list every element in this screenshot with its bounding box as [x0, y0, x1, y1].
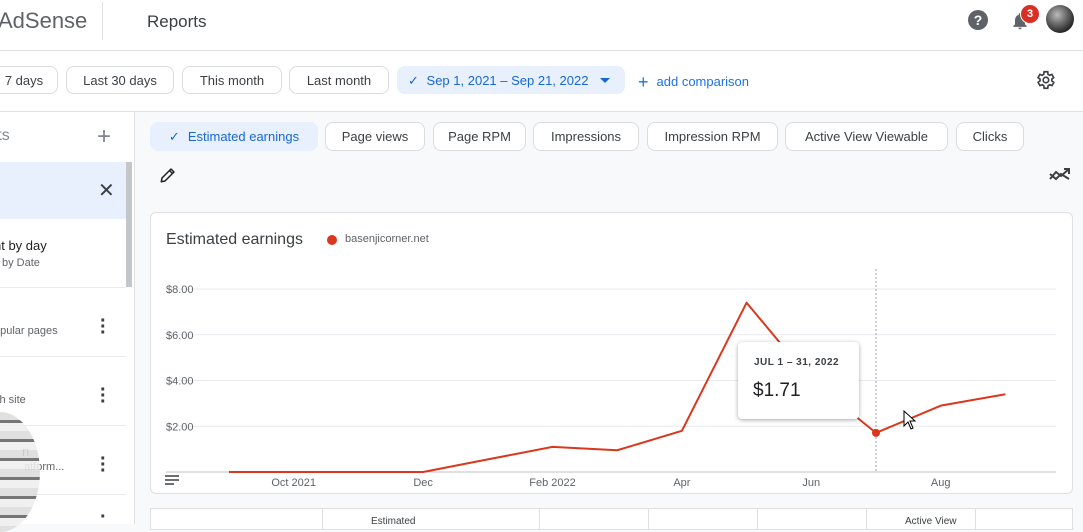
- preset-this-month[interactable]: This month: [182, 66, 282, 94]
- trend-comparison-icon[interactable]: [1048, 165, 1072, 183]
- sidebar-scrollbar[interactable]: [126, 162, 132, 287]
- legend-toggle-icon[interactable]: [165, 475, 179, 487]
- y-tick-label: $4.00: [166, 376, 194, 388]
- add-comparison-button[interactable]: + add comparison: [638, 72, 749, 93]
- x-tick-label: Dec: [413, 477, 433, 489]
- more-options-icon[interactable]: ···: [100, 318, 108, 336]
- chart-tooltip: JUL 1 – 31, 2022 $1.71: [738, 342, 859, 419]
- more-options-icon[interactable]: ·: [100, 514, 108, 520]
- table-header-estimated: Estimated: [371, 516, 415, 527]
- x-tick-label: Jun: [802, 477, 820, 489]
- add-report-icon[interactable]: +: [97, 123, 111, 151]
- x-tick-label: Oct 2021: [271, 477, 316, 489]
- check-icon: ✓: [408, 73, 419, 88]
- metric-estimated-earnings[interactable]: ✓ Estimated earnings: [150, 122, 318, 151]
- plus-icon: +: [638, 72, 649, 92]
- x-tick-label: Apr: [673, 477, 690, 489]
- table-header-cell[interactable]: Active View: [866, 509, 975, 529]
- metric-page-rpm[interactable]: Page RPM: [433, 122, 526, 151]
- adsense-logo[interactable]: AdSense: [0, 8, 87, 34]
- sidebar-item-subtitle: by Date: [2, 257, 40, 269]
- tooltip-value: $1.71: [753, 380, 801, 402]
- close-icon[interactable]: ✕: [98, 178, 115, 203]
- edit-pencil-icon[interactable]: [159, 166, 177, 184]
- date-range-bar: 7 days Last 30 days This month Last mont…: [0, 51, 1083, 112]
- check-icon: ✓: [169, 129, 180, 144]
- metric-label: Estimated earnings: [188, 129, 299, 144]
- earnings-line-chart[interactable]: $2.00 $4.00 $6.00 $8.00 Oct 2021 Dec Feb 2022 A…: [151, 213, 1072, 493]
- tooltip-date: JUL 1 – 31, 2022: [754, 357, 839, 368]
- metric-impressions[interactable]: Impressions: [533, 122, 639, 151]
- y-tick-label: $8.00: [166, 284, 194, 296]
- more-options-icon[interactable]: ···: [100, 456, 108, 474]
- metric-active-view-viewable[interactable]: Active View Viewable: [785, 122, 948, 151]
- table-header-cell[interactable]: [757, 509, 866, 529]
- sidebar-item-by-day[interactable]: nt by day by Date: [0, 220, 126, 288]
- preset-last-month[interactable]: Last month: [289, 66, 389, 94]
- more-options-icon[interactable]: ···: [100, 387, 108, 405]
- table-header-cell[interactable]: Estimated: [322, 509, 539, 529]
- preset-7-days[interactable]: 7 days: [0, 66, 58, 94]
- table-header-cell[interactable]: [648, 509, 757, 529]
- y-tick-label: $2.00: [166, 421, 194, 433]
- metric-clicks[interactable]: Clicks: [956, 122, 1024, 151]
- sidebar-item-subtitle: opular pages: [0, 325, 58, 337]
- sidebar-header: rts: [0, 127, 10, 145]
- table-header-cell[interactable]: [539, 509, 648, 529]
- date-range-selector[interactable]: ✓ Sep 1, 2021 – Sep 21, 2022: [397, 66, 625, 94]
- metric-impression-rpm[interactable]: Impression RPM: [647, 122, 778, 151]
- series-line: [229, 303, 1005, 472]
- sidebar-selected-report[interactable]: ✕: [0, 162, 126, 219]
- metric-page-views[interactable]: Page views: [325, 122, 425, 151]
- table-header-cell[interactable]: [975, 509, 1072, 529]
- reports-sidebar: rts + ✕ nt by day by Date opular pages ·…: [0, 112, 135, 524]
- sidebar-item-popular-pages[interactable]: opular pages ···: [0, 288, 126, 357]
- avatar[interactable]: [1046, 5, 1074, 33]
- mouse-cursor-icon: [903, 410, 917, 430]
- sidebar-item-subtitle: ch site: [0, 394, 26, 406]
- help-icon[interactable]: ?: [968, 10, 988, 30]
- sidebar-item-title: nt by day: [0, 238, 47, 253]
- date-range-label: Sep 1, 2021 – Sep 21, 2022: [427, 73, 589, 88]
- preset-last-30-days[interactable]: Last 30 days: [66, 66, 174, 94]
- report-table-header: Estimated Active View: [150, 508, 1073, 530]
- settings-gear-icon[interactable]: [1034, 69, 1056, 91]
- table-header-active-view: Active View: [905, 516, 957, 527]
- earnings-chart-card: Estimated earnings basenjicorner.net $2.…: [150, 212, 1073, 494]
- highlighted-data-point: [872, 429, 880, 437]
- top-bar: AdSense Reports ? 3: [0, 0, 1083, 51]
- dropdown-arrow-icon: [600, 78, 610, 84]
- x-tick-label: Feb 2022: [529, 477, 575, 489]
- page-title: Reports: [147, 12, 207, 32]
- sidebar-item-site[interactable]: ch site ···: [0, 357, 126, 426]
- y-tick-label: $6.00: [166, 330, 194, 342]
- x-tick-label: Aug: [931, 477, 951, 489]
- add-comparison-label: add comparison: [657, 74, 750, 89]
- header-divider: [102, 2, 103, 40]
- notification-badge: 3: [1020, 4, 1040, 24]
